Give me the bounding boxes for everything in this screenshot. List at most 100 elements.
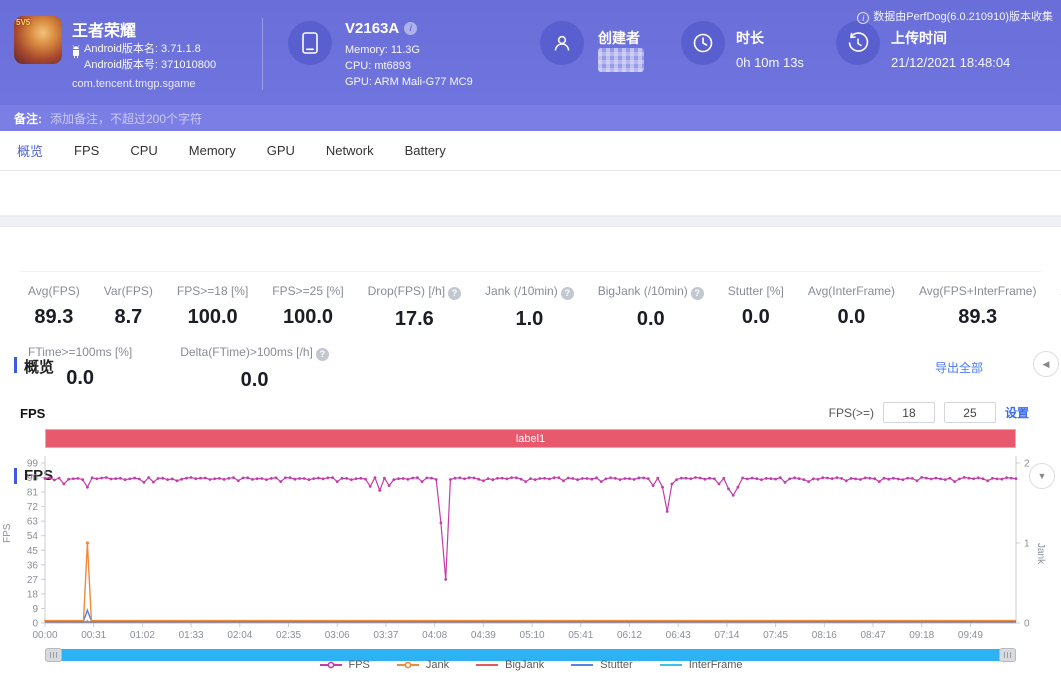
svg-text:0: 0 xyxy=(1024,619,1030,630)
upload-time-label: 上传时间 xyxy=(891,30,947,46)
svg-text:09:49: 09:49 xyxy=(958,630,983,641)
section-gap xyxy=(0,216,1061,227)
tab-Network[interactable]: Network xyxy=(322,143,378,158)
metric-value: 0.0 xyxy=(636,308,665,330)
svg-text:03:06: 03:06 xyxy=(325,630,350,641)
game-title: 王者荣耀 xyxy=(72,23,137,40)
svg-text:08:16: 08:16 xyxy=(812,630,837,641)
metric-value: 17.6 xyxy=(394,308,434,330)
device-info-icon[interactable]: i xyxy=(404,22,418,35)
svg-text:05:10: 05:10 xyxy=(520,630,545,641)
tab-FPS[interactable]: FPS xyxy=(70,143,103,158)
upload-time-value: 21/12/2021 18:48:04 xyxy=(891,55,1011,70)
fps-chart: 0 9 18 27 36 45 54 63 72 81 90 99 0 1 2 00:00 00:31 01:02… xyxy=(2,456,1046,641)
help-icon[interactable]: ? xyxy=(315,348,329,361)
svg-text:03:37: 03:37 xyxy=(373,630,398,641)
svg-text:90: 90 xyxy=(27,473,39,484)
svg-text:1: 1 xyxy=(1024,539,1030,550)
svg-text:00:00: 00:00 xyxy=(32,630,57,641)
metric-value: 1.0 xyxy=(515,308,544,330)
tab-概览[interactable]: 概览 xyxy=(13,141,47,160)
svg-text:27: 27 xyxy=(27,575,39,586)
creator-icon xyxy=(540,21,584,65)
legend-label: FPS xyxy=(348,659,370,671)
legend-item-bigjank[interactable]: BigJank xyxy=(475,659,544,671)
tab-Battery[interactable]: Battery xyxy=(401,143,450,158)
svg-text:81: 81 xyxy=(27,488,39,499)
metric-label: Avg(FPS+InterFrame) xyxy=(918,284,1037,298)
device-cpu: CPU: mt6893 xyxy=(345,60,412,72)
svg-text:09:18: 09:18 xyxy=(909,630,934,641)
svg-text:FPS: FPS xyxy=(2,523,13,543)
fps-chart-title: FPS xyxy=(20,406,46,421)
svg-text:07:14: 07:14 xyxy=(714,630,739,641)
metric-label: Avg(InterFrame) xyxy=(807,284,895,298)
overview-section-bar: 概览 导出全部 ◀ xyxy=(0,171,1061,377)
metric-label: FPS>=25 [%] xyxy=(272,284,344,298)
threshold-apply-button[interactable]: 设置 xyxy=(1005,404,1029,421)
series-fps xyxy=(44,476,1017,580)
legend-item-stutter[interactable]: Stutter xyxy=(570,659,633,671)
duration-label: 时长 xyxy=(736,30,764,46)
svg-text:00:31: 00:31 xyxy=(81,630,106,641)
section-tabs: 概览 FPS CPU Memory GPU Network Battery xyxy=(0,131,1061,171)
metric-bigjank-10min-: BigJank (/10min)? 0.0 xyxy=(598,284,704,331)
legend-marker xyxy=(319,661,342,669)
metric-avg-fps-: Avg(FPS) 89.3 xyxy=(28,284,80,331)
metric-stutter-: Stutter [%] 0.0 xyxy=(728,284,784,331)
metric-drop-fps-h-: Drop(FPS) [/h]? 17.6 xyxy=(368,284,462,331)
metric-value: 0.0 xyxy=(66,367,95,389)
tab-GPU[interactable]: GPU xyxy=(263,143,299,158)
svg-text:02:04: 02:04 xyxy=(227,630,252,641)
legend-marker xyxy=(571,664,594,666)
legend-item-fps[interactable]: FPS xyxy=(319,659,370,671)
svg-text:99: 99 xyxy=(27,459,39,470)
svg-text:04:39: 04:39 xyxy=(471,630,496,641)
svg-text:18: 18 xyxy=(27,589,39,600)
legend-item-jank[interactable]: Jank xyxy=(396,659,449,671)
chart-legend: FPS Jank BigJank Stutter InterFrame xyxy=(0,659,1061,671)
metric-ftime-100ms-: FTime>=100ms [%] 0.0 xyxy=(28,345,132,392)
svg-text:2: 2 xyxy=(1024,459,1030,470)
tab-Memory[interactable]: Memory xyxy=(185,143,240,158)
fps-metrics-row-2: FTime>=100ms [%] 0.0 Delta(FTime)>100ms [/… xyxy=(0,345,1061,392)
svg-text:08:47: 08:47 xyxy=(861,630,886,641)
metric-var-fps-: Var(FPS) 8.7 xyxy=(104,284,153,331)
perfdog-report-page: 5V5 王者荣耀 Android版本名: 3.71.1.8 Android版本号… xyxy=(0,0,1061,673)
collector-version-note: i 数据由PerfDog(6.0.210910)版本收集 xyxy=(857,8,1053,24)
svg-text:07:45: 07:45 xyxy=(763,630,788,641)
device-memory: Memory: 11.3G xyxy=(345,44,420,56)
metric-label: Drop(FPS) [/h]? xyxy=(368,284,462,300)
fps-section-bar: FPS ▼ xyxy=(0,227,1061,489)
legend-item-interframe[interactable]: InterFrame xyxy=(659,659,743,671)
svg-text:01:33: 01:33 xyxy=(179,630,204,641)
metric-value: 0.0 xyxy=(741,306,770,328)
svg-text:06:12: 06:12 xyxy=(617,630,642,641)
svg-text:36: 36 xyxy=(27,560,39,571)
help-icon[interactable]: ? xyxy=(690,287,704,300)
notes-placeholder: 添加备注，不超过200个字符 xyxy=(50,111,203,126)
duration-icon xyxy=(681,21,725,65)
tab-CPU[interactable]: CPU xyxy=(126,143,161,158)
notes-label: 备注: xyxy=(14,111,42,126)
svg-text:01:02: 01:02 xyxy=(130,630,155,641)
svg-text:05:41: 05:41 xyxy=(568,630,593,641)
metric-delta-ftime-100ms-h-: Delta(FTime)>100ms [/h]? 0.0 xyxy=(180,345,329,392)
help-icon[interactable]: ? xyxy=(560,287,574,300)
game-app-icon: 5V5 xyxy=(14,16,62,64)
header-divider xyxy=(262,18,263,90)
legend-label: Stutter xyxy=(600,659,633,671)
notes-bar[interactable]: 备注: 添加备注，不超过200个字符 xyxy=(0,105,1061,131)
phone-icon xyxy=(288,21,332,65)
fps-threshold-controls: FPS(>=) 设置 xyxy=(829,402,1029,423)
android-version-name: Android版本名: 3.71.1.8 xyxy=(84,43,201,55)
fps-threshold-low-input[interactable] xyxy=(882,402,935,423)
metric-value: 100.0 xyxy=(187,306,238,328)
help-icon[interactable]: ? xyxy=(448,287,462,300)
metric-fps-25-: FPS>=25 [%] 100.0 xyxy=(272,284,343,331)
report-header: 5V5 王者荣耀 Android版本名: 3.71.1.8 Android版本号… xyxy=(0,0,1061,105)
device-gpu: GPU: ARM Mali-G77 MC9 xyxy=(345,76,473,88)
metric-label: Jank (/10min)? xyxy=(485,284,574,300)
fps-threshold-high-input[interactable] xyxy=(943,402,996,423)
creator-name-blurred xyxy=(598,48,644,72)
